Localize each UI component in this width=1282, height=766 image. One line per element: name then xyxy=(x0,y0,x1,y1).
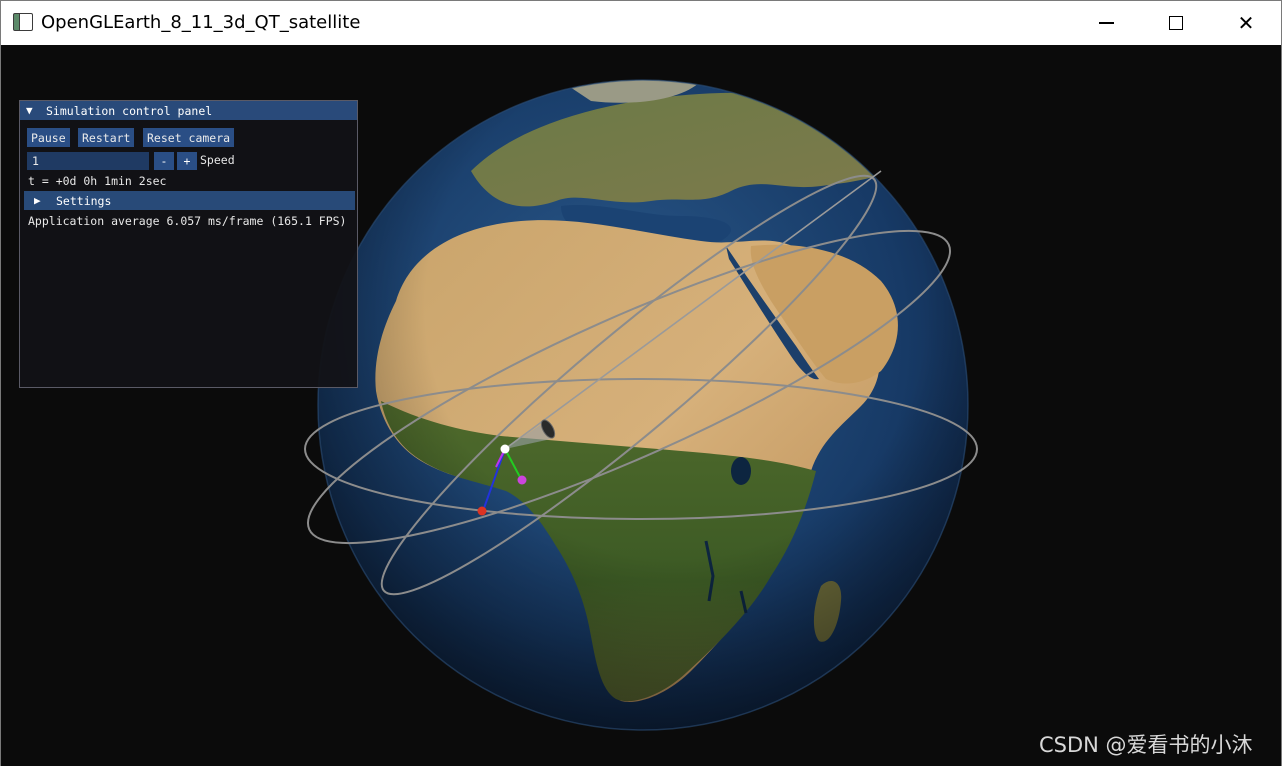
watermark-text: CSDN @爱看书的小沐 xyxy=(1039,733,1253,757)
title-bar[interactable]: OpenGLEarth_8_11_3d_QT_satellite ✕ xyxy=(1,1,1281,45)
speed-label: Speed xyxy=(200,153,235,167)
close-button[interactable]: ✕ xyxy=(1211,1,1281,45)
satellite-marker[interactable] xyxy=(500,444,510,454)
close-icon: ✕ xyxy=(1237,11,1255,35)
opengl-viewport[interactable]: ▼ Simulation control panel Pause Restart… xyxy=(1,45,1281,766)
panel-title: Simulation control panel xyxy=(46,103,213,118)
pause-button[interactable]: Pause xyxy=(27,128,70,147)
satellite-marker-red xyxy=(477,506,487,516)
expand-arrow-icon[interactable]: ▶ xyxy=(34,194,46,207)
restart-button[interactable]: Restart xyxy=(78,128,135,147)
minimize-icon xyxy=(1098,22,1114,24)
reset-camera-button[interactable]: Reset camera xyxy=(143,128,235,147)
application-window-icon xyxy=(13,13,33,31)
app-window: OpenGLEarth_8_11_3d_QT_satellite ✕ ▼ Sim… xyxy=(0,0,1282,766)
settings-section-header[interactable]: ▶ Settings xyxy=(24,191,355,210)
window-title: OpenGLEarth_8_11_3d_QT_satellite xyxy=(41,12,361,33)
speed-input[interactable]: 1 xyxy=(27,152,149,170)
collapse-arrow-icon[interactable]: ▼ xyxy=(26,104,38,117)
speed-increment-button[interactable]: + xyxy=(177,152,197,170)
maximize-icon xyxy=(1169,16,1183,30)
simulation-control-panel[interactable]: ▼ Simulation control panel Pause Restart… xyxy=(19,100,358,388)
fps-readout: Application average 6.057 ms/frame (165.… xyxy=(28,214,347,228)
simulation-time: t = +0d 0h 1min 2sec xyxy=(28,174,167,188)
panel-header[interactable]: ▼ Simulation control panel xyxy=(20,101,357,120)
minimize-button[interactable] xyxy=(1071,1,1141,45)
maximize-button[interactable] xyxy=(1141,1,1211,45)
settings-label: Settings xyxy=(56,193,112,208)
satellite-marker-magenta xyxy=(517,475,527,485)
speed-decrement-button[interactable]: - xyxy=(154,152,174,170)
